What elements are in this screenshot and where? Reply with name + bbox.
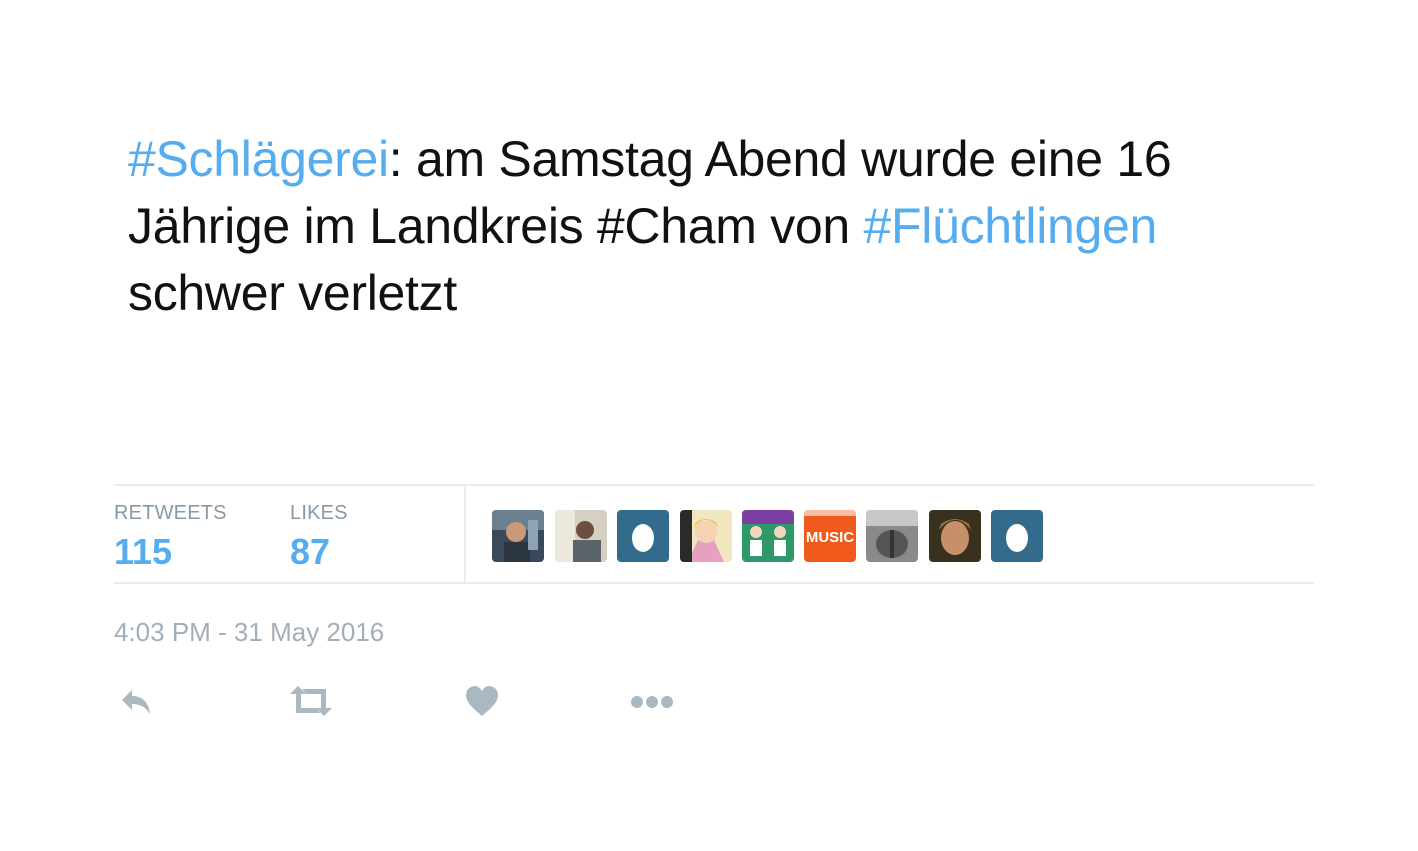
avatar-8[interactable] [929, 510, 981, 562]
avatar-6[interactable]: MUSIC [804, 510, 856, 562]
avatar-4[interactable] [680, 510, 732, 562]
tweet-text-segment: schwer verletzt [128, 265, 457, 321]
reply-icon [118, 690, 154, 722]
avatar-9[interactable] [991, 510, 1043, 562]
music-logo-text: MUSIC [806, 529, 855, 546]
retweets-count: 115 [114, 531, 173, 572]
retweets-label: RETWEETS [114, 502, 227, 524]
tweet-stats: RETWEETS 115 LIKES 87 MUSIC [114, 484, 1314, 584]
retweets-stat[interactable]: RETWEETS 115 [114, 502, 227, 573]
avatar-2[interactable] [555, 510, 607, 562]
tweet-text: #Schlägerei: am Samstag Abend wurde eine… [128, 126, 1318, 327]
retweet-button[interactable] [288, 684, 334, 723]
retweet-icon [288, 686, 334, 722]
avatar-7[interactable] [866, 510, 918, 562]
tweet-timestamp[interactable]: 4:03 PM - 31 May 2016 [114, 617, 384, 648]
hashtag-fluechtlingen[interactable]: #Flüchtlingen [864, 198, 1158, 254]
stats-divider [464, 486, 466, 584]
tweet-actions [114, 680, 714, 730]
more-button[interactable] [630, 694, 674, 715]
avatar-1[interactable] [492, 510, 544, 562]
likes-stat[interactable]: LIKES 87 [290, 502, 348, 573]
likes-label: LIKES [290, 502, 348, 524]
avatar-3[interactable] [617, 510, 669, 562]
like-button[interactable] [464, 684, 500, 723]
likes-count: 87 [290, 531, 331, 572]
reply-button[interactable] [118, 686, 154, 723]
hashtag-schlaegerei[interactable]: #Schlägerei [128, 131, 389, 187]
heart-icon [464, 686, 500, 722]
avatar-5[interactable] [742, 510, 794, 562]
more-icon [630, 696, 674, 714]
